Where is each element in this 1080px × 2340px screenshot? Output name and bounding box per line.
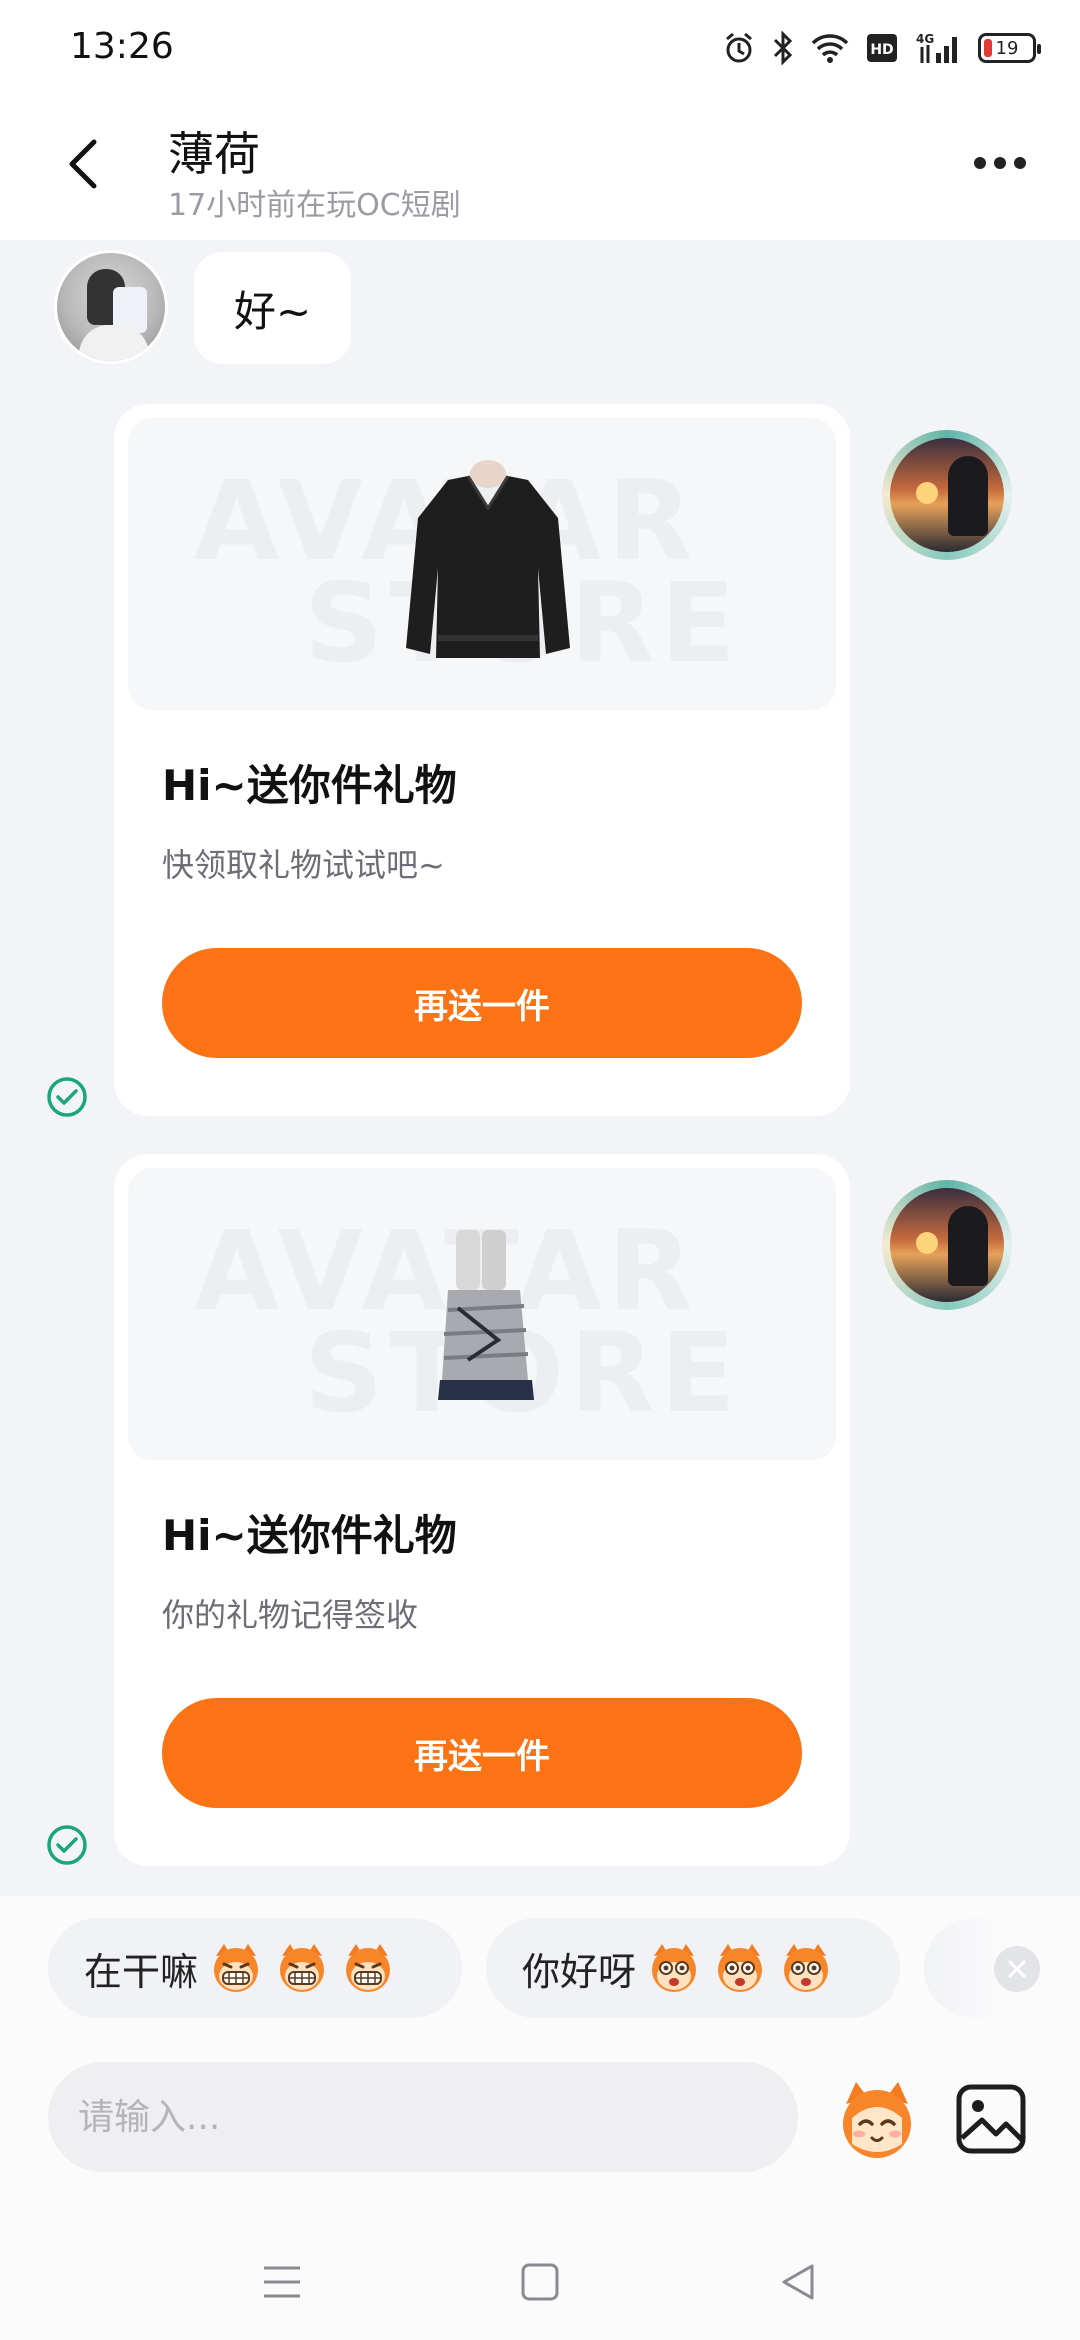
message-input[interactable]	[48, 2062, 798, 2172]
gift-title: Hi~送你件礼物	[162, 761, 457, 810]
wide-eyed-mascot-icon	[718, 1944, 763, 1992]
leg-warmers-icon	[438, 1230, 534, 1400]
triangle-back-icon	[782, 2264, 814, 2300]
contact-status: 17小时前在玩OC短剧	[168, 188, 461, 223]
quick-reply-chip[interactable]: 你好呀	[486, 1918, 900, 2018]
sent-check-icon	[47, 1077, 87, 1117]
status-time: 13:26	[70, 26, 174, 67]
nav-back-button[interactable]	[768, 2252, 828, 2312]
emoji-mascot-button[interactable]	[832, 2074, 922, 2164]
my-avatar[interactable]	[882, 430, 1012, 560]
gift-card[interactable]: AVATAR STORE Hi~送你件礼物 快领取礼物试试吧~ 再送一件	[114, 404, 850, 1116]
sent-check-icon	[47, 1825, 87, 1865]
quick-reply-label: 你好呀	[522, 1949, 637, 1994]
back-button[interactable]	[50, 132, 114, 196]
close-quick-replies-button[interactable]	[994, 1946, 1040, 1992]
wide-eyed-mascot-icon	[784, 1944, 829, 1992]
quick-reply-label: 在干嘛	[84, 1949, 199, 1994]
image-picker-icon[interactable]	[954, 2082, 1028, 2156]
grinning-mascot-icon	[346, 1944, 391, 1992]
square-home-icon	[521, 2263, 559, 2301]
more-dots-icon	[974, 157, 986, 169]
status-bar: 13:26 HD 4G 19	[0, 0, 1080, 96]
status-icons: HD 4G 19	[722, 28, 1041, 68]
hd-icon: HD	[866, 33, 898, 63]
quick-reply-chip-partial[interactable]	[924, 1918, 1004, 2018]
gift-description: 快领取礼物试试吧~	[162, 846, 445, 884]
gift-card[interactable]: AVATAR STORE Hi~送你件礼物 你的礼物记得签收 再送一件	[114, 1154, 850, 1866]
resend-gift-button[interactable]: 再送一件	[162, 948, 802, 1058]
resend-gift-button[interactable]: 再送一件	[162, 1698, 802, 1808]
battery-level: 19	[995, 37, 1019, 59]
svg-text:HD: HD	[870, 42, 893, 58]
incoming-message-bubble: 好~	[194, 252, 352, 364]
quick-replies: 在干嘛 你好呀	[0, 1918, 1080, 2018]
signal-icon: 4G	[914, 31, 962, 65]
grinning-mascot-icon	[280, 1944, 325, 1992]
gift-title: Hi~送你件礼物	[162, 1511, 457, 1560]
chat-header: 薄荷 17小时前在玩OC短剧	[0, 96, 1080, 240]
chevron-left-icon	[69, 139, 97, 189]
sweater-icon	[406, 460, 570, 658]
svg-text:4G: 4G	[916, 32, 934, 46]
contact-name: 薄荷	[168, 127, 260, 181]
gift-description: 你的礼物记得签收	[162, 1596, 419, 1634]
menu-icon	[264, 2266, 300, 2298]
my-avatar[interactable]	[882, 1180, 1012, 1310]
grinning-mascot-icon	[214, 1944, 259, 1992]
bluetooth-icon	[772, 31, 794, 65]
wide-eyed-mascot-icon	[652, 1944, 697, 1992]
message-list[interactable]: 好~ AVATAR STORE Hi~送你件礼物 快领取礼物试试吧~ 再送一件 …	[0, 240, 1080, 1896]
more-button[interactable]	[960, 138, 1040, 188]
alarm-icon	[722, 31, 756, 65]
nav-home-button[interactable]	[510, 2252, 570, 2312]
quick-reply-chip[interactable]: 在干嘛	[48, 1918, 462, 2018]
nav-menu-button[interactable]	[252, 2252, 312, 2312]
wifi-icon	[810, 32, 850, 64]
composer-area: 在干嘛 你好呀	[0, 1896, 1080, 2340]
contact-avatar[interactable]	[54, 250, 168, 364]
gift-image: AVATAR STORE	[128, 1168, 836, 1460]
system-navigation-bar	[0, 2232, 1080, 2340]
battery-icon: 19	[978, 33, 1041, 63]
gift-image: AVATAR STORE	[128, 418, 836, 710]
close-icon	[1008, 1960, 1026, 1978]
